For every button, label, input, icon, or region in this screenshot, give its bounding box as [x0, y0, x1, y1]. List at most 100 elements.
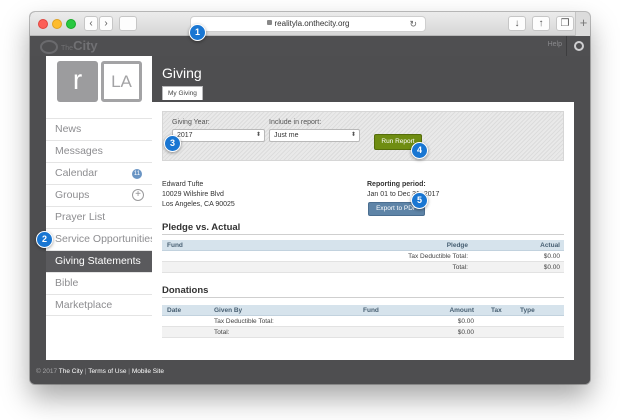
section-divider [162, 297, 564, 298]
gear-icon [574, 41, 584, 51]
giving-year-select[interactable]: 2017 ⬍ [172, 129, 265, 142]
footer-link-terms[interactable]: Terms of Use [88, 368, 126, 375]
donations-table: Date Given By Fund Amount Tax Type Tax D… [162, 305, 564, 338]
row-label: Tax Deductible Total: [214, 318, 274, 325]
row-actual: $0.00 [543, 253, 560, 260]
column-header-tax: Tax [491, 307, 502, 314]
giving-year-label: Giving Year: [172, 119, 210, 126]
callout-marker-2: 2 [36, 231, 53, 248]
sidebar-item-label: Prayer List [55, 211, 106, 223]
column-header-pledge: Pledge [446, 242, 468, 249]
footer-link-the-city[interactable]: The City [59, 368, 83, 375]
column-header-fund: Fund [167, 242, 183, 249]
address-bar[interactable]: realityla.onthecity.org ↻ [190, 16, 426, 32]
sidebar-item-label: Service Opportunities [55, 233, 152, 245]
donor-name: Edward Tufte [162, 181, 204, 188]
row-label: Tax Deductible Total: [408, 253, 468, 260]
reload-icon[interactable]: ↻ [409, 17, 417, 31]
tabs-overview-icon[interactable]: ❐ [556, 16, 574, 31]
footer-link-mobile-site[interactable]: Mobile Site [132, 368, 164, 375]
sidebar-item-marketplace[interactable]: Marketplace [46, 294, 152, 316]
callout-marker-3: 3 [164, 135, 181, 152]
sidebar-item-prayer-list[interactable]: Prayer List [46, 206, 152, 228]
new-tab-button[interactable]: + [575, 12, 590, 36]
column-header-actual: Actual [540, 242, 560, 249]
sidebar-item-service-opportunities[interactable]: Service Opportunities [46, 228, 152, 250]
add-group-icon[interactable]: + [132, 189, 144, 201]
section-divider [162, 234, 564, 235]
sidebar-item-label: News [55, 123, 82, 135]
callout-marker-4: 4 [411, 142, 428, 159]
report-filter-panel: Giving Year: 2017 ⬍ Include in report: Ju… [162, 111, 564, 161]
donor-city: Los Angeles, CA 90025 [162, 201, 235, 208]
sidebar-item-label: Groups [55, 189, 90, 201]
minimize-window-icon[interactable] [52, 19, 62, 29]
browser-titlebar: ‹ › realityla.onthecity.org ↻ ↓ ↑ ❐ + [30, 12, 590, 36]
row-label: Total: [452, 264, 468, 271]
logo-city-text: City [73, 38, 98, 53]
select-caret-icon: ⬍ [350, 132, 356, 138]
callout-marker-1: 1 [189, 24, 206, 41]
share-icon[interactable]: ↑ [532, 16, 550, 31]
lock-icon [266, 20, 272, 26]
main-content: Giving My Giving Giving Year: 2017 ⬍ Incl… [152, 56, 574, 360]
sidebar: r LA News Messages Calendar 11 Groups + Pr… [46, 56, 152, 360]
tab-my-giving[interactable]: My Giving [162, 86, 203, 100]
church-logo-la: LA [101, 61, 142, 102]
url-text: realityla.onthecity.org [274, 19, 350, 28]
close-window-icon[interactable] [38, 19, 48, 29]
sidebar-toggle-icon[interactable] [119, 16, 137, 31]
sidebar-nav: News Messages Calendar 11 Groups + Prayer … [46, 118, 152, 316]
download-icon[interactable]: ↓ [508, 16, 526, 31]
forward-button[interactable]: › [99, 16, 113, 31]
reporting-period: Reporting period: Jan 01 to Dec 31, 2017 [367, 180, 439, 200]
column-header-given-by: Given By [214, 307, 243, 314]
sidebar-item-label: Giving Statements [55, 255, 141, 267]
footer-separator: | [128, 368, 130, 375]
sidebar-item-calendar[interactable]: Calendar 11 [46, 162, 152, 184]
sidebar-item-groups[interactable]: Groups + [46, 184, 152, 206]
browser-window: ‹ › realityla.onthecity.org ↻ ↓ ↑ ❐ + Th… [30, 12, 590, 384]
page-header: Giving My Giving [152, 56, 574, 102]
sidebar-item-label: Marketplace [55, 299, 113, 311]
column-header-type: Type [520, 307, 535, 314]
back-button[interactable]: ‹ [84, 16, 98, 31]
app-topbar: TheCity Help [30, 36, 590, 56]
church-logo-r: r [57, 61, 98, 102]
sidebar-item-bible[interactable]: Bible [46, 272, 152, 294]
sidebar-item-news[interactable]: News [46, 118, 152, 140]
include-in-report-label: Include in report: [269, 119, 322, 126]
page-footer: © 2017 The City | Terms of Use | Mobile … [30, 360, 590, 384]
table-header-row: Fund Pledge Actual [162, 240, 564, 251]
donations-heading: Donations [162, 285, 209, 296]
page-title: Giving [162, 65, 202, 81]
row-actual: $0.00 [543, 264, 560, 271]
zoom-window-icon[interactable] [66, 19, 76, 29]
table-row: Tax Deductible Total: $0.00 [162, 316, 564, 327]
sidebar-item-label: Messages [55, 145, 103, 157]
the-city-logo-mark [40, 39, 58, 54]
footer-separator: | [84, 368, 87, 375]
donor-address: Edward Tufte 10029 Wilshire Blvd Los Ang… [162, 180, 235, 210]
column-header-amount: Amount [449, 307, 474, 314]
settings-button[interactable] [566, 36, 590, 56]
include-in-report-select[interactable]: Just me ⬍ [269, 129, 360, 142]
help-link[interactable]: Help [548, 41, 562, 48]
sidebar-item-label: Bible [55, 277, 79, 289]
sidebar-item-label: Calendar [55, 167, 98, 179]
calendar-count-badge: 11 [132, 169, 142, 179]
logo-the-text: The [61, 45, 74, 52]
reporting-period-value: Jan 01 to Dec 31, 2017 [367, 191, 440, 198]
reporting-period-label: Reporting period: [367, 181, 426, 188]
callout-marker-5: 5 [411, 192, 428, 209]
sidebar-item-messages[interactable]: Messages [46, 140, 152, 162]
table-row: Total: $0.00 [162, 262, 564, 273]
church-logo[interactable]: r LA [57, 61, 142, 105]
table-row: Tax Deductible Total: $0.00 [162, 251, 564, 262]
table-header-row: Date Given By Fund Amount Tax Type [162, 305, 564, 316]
the-city-logo[interactable]: TheCity [40, 38, 98, 54]
sidebar-item-giving-statements[interactable]: Giving Statements [46, 250, 152, 272]
select-caret-icon: ⬍ [255, 132, 261, 138]
row-amount: $0.00 [457, 318, 474, 325]
pledge-table: Fund Pledge Actual Tax Deductible Total:… [162, 240, 564, 273]
